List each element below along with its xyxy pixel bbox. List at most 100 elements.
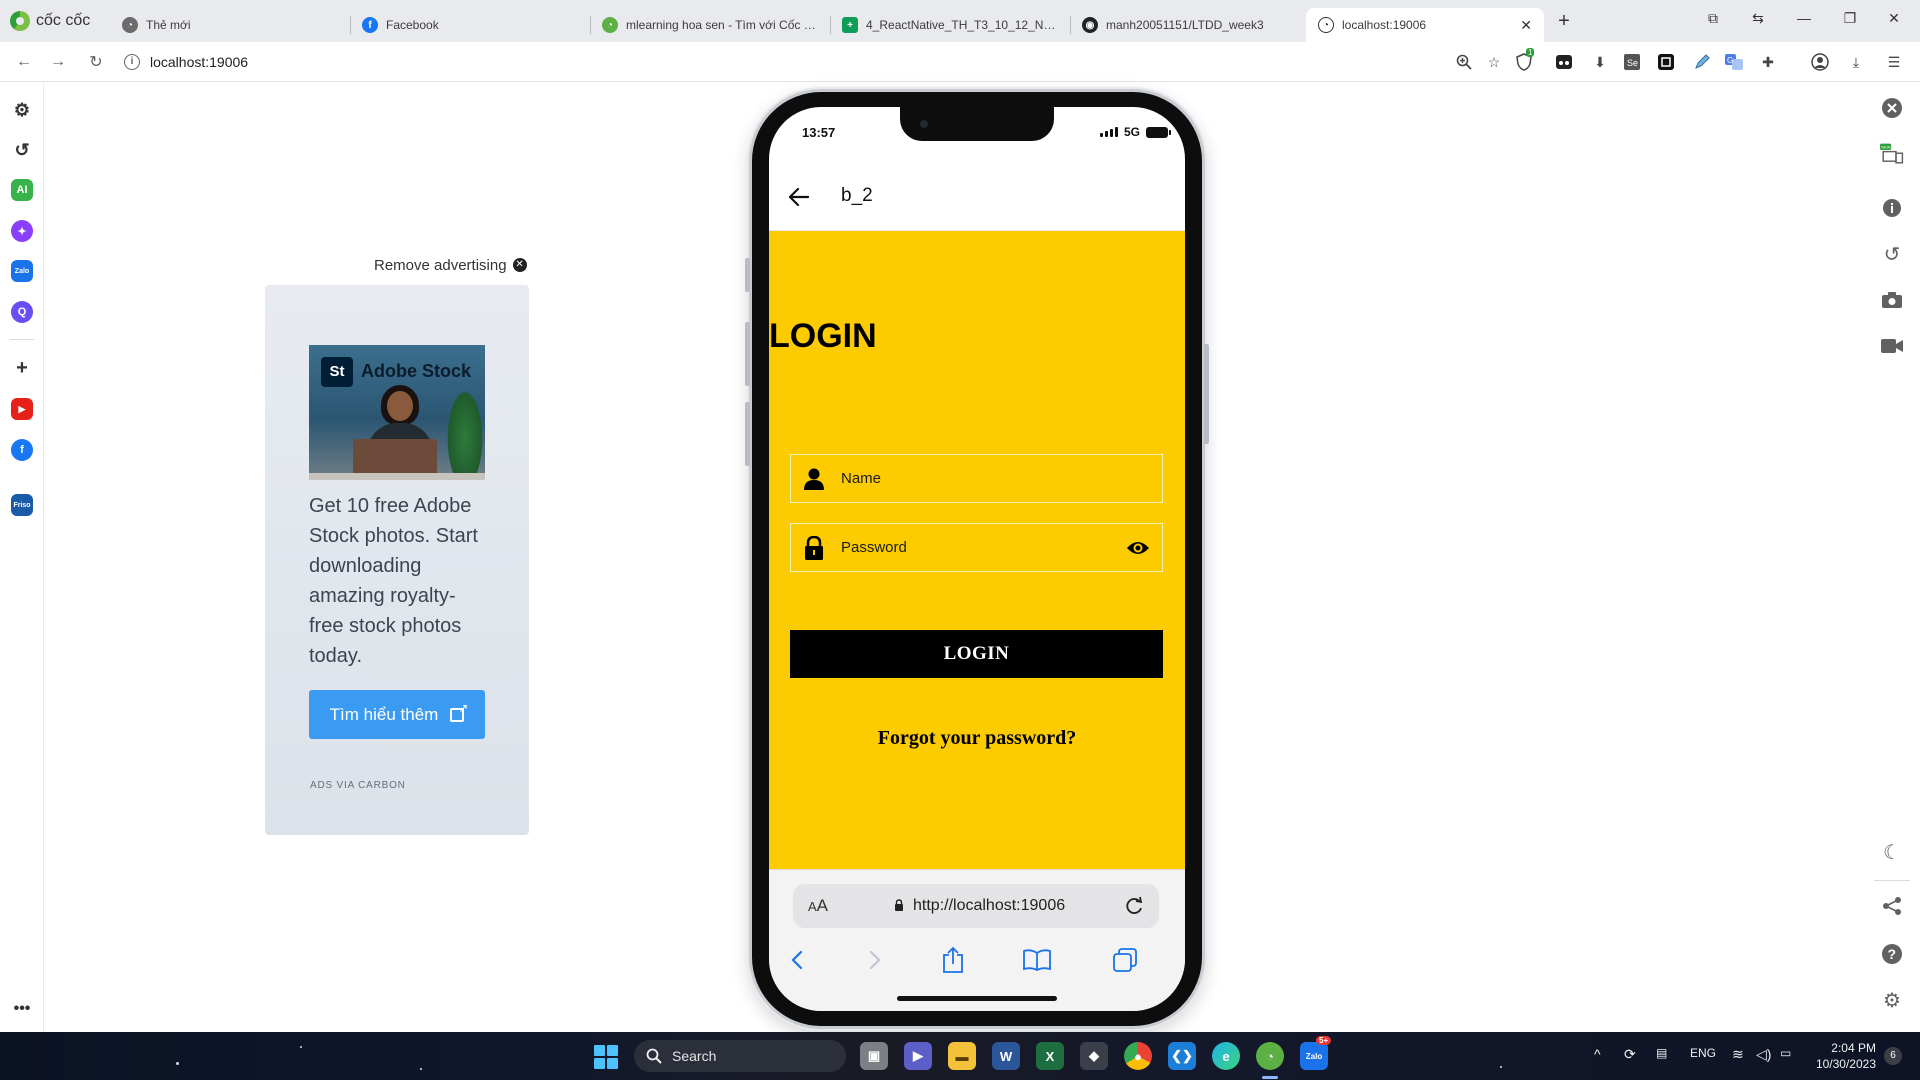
ai-assistant-icon[interactable]: AI [11,179,33,201]
friso-icon[interactable]: Friso [11,494,33,516]
messenger-icon[interactable]: ✦ [11,220,33,242]
screenshot-camera-icon[interactable] [1880,288,1904,312]
ad-description[interactable]: Get 10 free Adobe Stock photos. Start do… [309,491,485,671]
more-options-icon[interactable]: ••• [11,998,33,1020]
tab-close-icon[interactable]: ✕ [1520,17,1532,34]
windows-start-icon[interactable] [594,1045,618,1069]
show-hidden-icons-chevron-icon[interactable]: ^ [1594,1046,1601,1062]
zalo-icon[interactable]: Zalo 5+ [1300,1036,1332,1070]
excel-icon[interactable]: X [1036,1042,1064,1070]
taskbar-search[interactable]: Search [634,1040,846,1072]
extension-download-icon[interactable]: ⬇ [1590,52,1610,72]
extension-selenium-icon[interactable]: Se [1622,52,1642,72]
add-icon[interactable]: + [11,357,33,379]
tab-sheets[interactable]: + 4_ReactNative_TH_T3_10_12_N2 - Go [830,8,1070,42]
extension-pen-icon[interactable] [1692,52,1712,72]
settings-gear-icon[interactable]: ⚙ [11,99,33,121]
info-icon[interactable] [1880,196,1904,220]
share-icon[interactable] [1880,894,1904,918]
taskbar-clock[interactable]: 2:04 PM 10/30/2023 [1808,1040,1876,1072]
facebook-icon[interactable]: f [11,439,33,461]
tab-facebook[interactable]: f Facebook [350,8,590,42]
login-button[interactable]: LOGIN [790,630,1163,678]
name-field[interactable]: Name [790,454,1163,503]
adobe-stock-logo-icon: St [321,357,353,387]
safari-back-icon[interactable] [781,944,813,976]
vscode-icon[interactable]: ❮❯ [1168,1042,1196,1070]
tab-search[interactable]: ◔ mlearning hoa sen - Tìm với Cốc Cốc [590,8,830,42]
menu-icon[interactable]: ☰ [1884,52,1904,72]
history-icon[interactable]: ↺ [11,139,33,161]
record-video-icon[interactable] [1880,334,1904,358]
forgot-password-link[interactable]: Forgot your password? [769,727,1185,750]
tab-localhost[interactable]: ◔ localhost:19006 ✕ [1306,8,1544,42]
back-arrow-icon[interactable] [785,183,813,211]
coccoc-icon[interactable]: ◔ [1256,1042,1284,1070]
site-info-icon[interactable]: i [124,54,140,70]
rotate-icon[interactable]: ↺ [1880,242,1904,266]
youtube-icon[interactable]: ▶ [11,398,33,420]
text-size-button[interactable]: AA [808,896,828,916]
safari-bookmarks-icon[interactable] [1021,944,1053,976]
extension-mask-icon[interactable] [1554,52,1574,72]
home-indicator [897,996,1057,1001]
task-view-icon[interactable]: ▣ [860,1042,888,1070]
reload-button[interactable]: ↻ [84,50,108,74]
password-field[interactable]: Password [790,523,1163,572]
new-tab-button[interactable]: + [1552,10,1576,34]
unity-icon[interactable]: ◆ [1080,1042,1108,1070]
teams-chat-icon[interactable]: ▶ [904,1042,932,1070]
file-explorer-icon[interactable]: ▬ [948,1042,976,1070]
restore-window-button[interactable]: ❐ [1832,4,1868,32]
notifications-badge[interactable]: 6 [1884,1047,1902,1065]
extension-badge: 1 [1526,48,1535,57]
signal-bars-icon [1100,127,1118,137]
search-assistant-icon[interactable]: Q [11,301,33,323]
battery-icon[interactable]: ▭ [1780,1046,1791,1060]
responsive-devices-icon[interactable]: NEW [1880,142,1904,166]
volume-icon[interactable]: ◁) [1756,1046,1771,1063]
dark-mode-moon-icon[interactable]: ☾ [1880,840,1904,864]
download-icon[interactable]: ⤓ [1846,52,1866,72]
settings-gear-icon[interactable]: ⚙ [1880,988,1904,1012]
extension-capture-icon[interactable] [1656,52,1676,72]
close-window-button[interactable]: ✕ [1876,4,1912,32]
browser-brand[interactable]: cốc cốc [10,10,90,32]
profile-icon[interactable] [1810,52,1830,72]
adblock-shield-icon[interactable]: 1 [1514,48,1535,72]
safari-tabs-icon[interactable] [1109,944,1141,976]
ad-learn-more-button[interactable]: Tìm hiểu thêm [309,690,485,739]
forward-button[interactable]: → [46,50,70,74]
svg-text:?: ? [1888,946,1897,962]
lock-icon [803,535,825,560]
input-language[interactable]: ENG [1690,1046,1716,1060]
remove-advertising-link[interactable]: Remove advertising ✕ [374,256,527,274]
chrome-icon[interactable]: ● [1124,1042,1152,1070]
minimize-window-button[interactable]: — [1786,4,1822,32]
back-button[interactable]: ← [12,50,36,74]
word-icon[interactable]: W [992,1042,1020,1070]
zalo-icon[interactable]: Zalo [11,260,33,282]
safari-url-bar[interactable]: AA http://localhost:19006 [793,884,1159,928]
zoom-icon[interactable] [1454,52,1474,72]
show-password-eye-icon[interactable] [1126,538,1150,558]
tab-list-icon[interactable]: ⇆ [1740,4,1776,32]
ad-image[interactable]: St Adobe Stock [309,345,485,480]
help-icon[interactable]: ? [1880,942,1904,966]
edge-icon[interactable]: e [1212,1042,1240,1070]
tab-github[interactable]: ◉ manh20051151/LTDD_week3 [1070,8,1310,42]
tray-app-icon[interactable]: ▤ [1656,1046,1667,1060]
close-panel-icon[interactable] [1880,96,1904,120]
bookmark-star-icon[interactable]: ☆ [1484,52,1504,72]
wifi-icon[interactable]: ≋ [1732,1046,1744,1063]
extensions-puzzle-icon[interactable]: ✚ [1758,52,1778,72]
tab-search-icon[interactable]: ⧉ [1695,4,1731,32]
translate-icon[interactable]: G [1724,52,1744,72]
reload-icon[interactable] [1123,895,1145,917]
safari-forward-icon[interactable] [859,944,891,976]
tab-new[interactable]: ◔ Thẻ mới [110,8,350,42]
address-bar[interactable]: i localhost:19006 [124,48,1424,76]
sync-icon[interactable]: ⟳ [1624,1046,1636,1063]
safari-share-icon[interactable] [937,944,969,976]
ad-via-carbon[interactable]: ADS VIA CARBON [310,780,406,791]
